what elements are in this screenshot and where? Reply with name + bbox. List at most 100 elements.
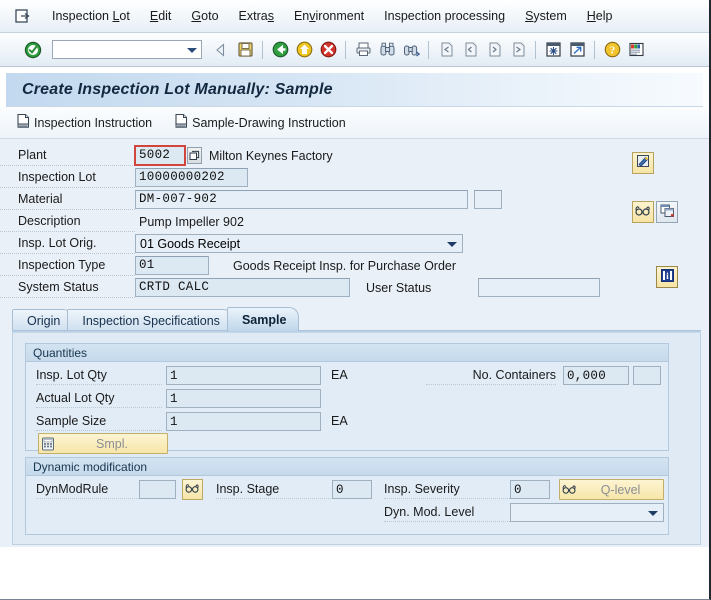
inspection-type-row: Inspection Type 01 Goods Receipt Insp. f… [0,255,709,276]
chevron-down-icon[interactable] [447,242,457,247]
insp-lot-orig-row: Insp. Lot Orig. 01 Goods Receipt [0,233,709,254]
menu-help[interactable]: Help [577,6,623,26]
material-extra-input[interactable] [474,190,502,209]
inspection-type-input[interactable]: 01 [135,256,209,275]
session-icon[interactable] [12,5,34,27]
yellow-exit-icon[interactable] [293,39,315,61]
menu-label: Inspection Lot [52,9,130,23]
sample-size-uom: EA [331,414,348,428]
menu-inspection-processing[interactable]: Inspection processing [374,6,515,26]
red-cancel-icon[interactable] [317,39,339,61]
menu-label: Inspection processing [384,9,506,23]
material-label: Material [0,189,135,210]
smpl-button[interactable]: Smpl. [38,433,168,454]
menu-system[interactable]: System [515,6,577,26]
menu-inspection-lot[interactable]: Inspection Lot [42,6,140,26]
next-page-icon[interactable] [483,39,505,61]
tab-inspection-specifications[interactable]: Inspection Specifications [67,309,233,331]
menu-bar: Inspection Lot Edit Goto Extras Environm… [0,0,709,33]
material-input[interactable]: DM-007-902 [135,190,468,209]
customize-layout-icon[interactable] [625,39,647,61]
create-shortcut-icon[interactable] [566,39,588,61]
user-status-label: User Status [366,280,432,295]
tab-origin[interactable]: Origin [12,309,74,331]
button-label: Sample-Drawing Instruction [192,115,346,130]
calculator-icon [39,435,57,453]
standard-toolbar: ? [0,33,709,67]
chevron-down-icon[interactable] [187,48,197,53]
inspection-lot-row: Inspection Lot 10000000202 [0,167,709,188]
inspection-instruction-button[interactable]: Inspection Instruction [16,113,152,132]
dyn-mod-level-label: Dyn. Mod. Level [384,503,514,522]
menu-extras[interactable]: Extras [229,6,284,26]
plant-input[interactable]: 5002 [134,145,186,166]
command-input[interactable] [53,41,181,58]
find-next-binoculars-icon[interactable] [400,39,422,61]
glasses-icon [635,205,651,220]
dyn-mod-rule-input[interactable] [139,480,176,499]
description-label: Description [0,211,135,232]
application-toolbar: Inspection Instruction Sample-Drawing In… [0,107,709,139]
tab-sample[interactable]: Sample [226,307,300,331]
dyn-mod-level-select[interactable] [510,503,664,522]
svg-text:i: i [666,272,669,282]
system-status-row: System Status CRTD CALC User Status [0,277,709,298]
command-field[interactable] [52,40,202,59]
dynamic-modification-group: Dynamic modification DynModRule Insp. St… [25,457,669,535]
main-panel: Plant 5002 Milton Keynes Factory Inspect… [0,139,709,547]
dyn-mod-rule-search-button[interactable] [182,479,203,500]
document-icon [174,113,189,132]
menu-edit[interactable]: Edit [140,6,182,26]
help-question-icon[interactable]: ? [601,39,623,61]
classification-button[interactable] [632,201,654,223]
matchcode-icon[interactable] [187,147,202,164]
insp-stage-label: Insp. Stage [216,480,331,499]
insp-lot-orig-select[interactable]: 01 Goods Receipt [135,234,463,253]
first-page-icon[interactable] [435,39,457,61]
glasses-icon [185,483,200,497]
sample-size-label: Sample Size [36,412,162,431]
actual-lot-qty-input[interactable]: 1 [166,389,321,408]
enter-check-icon[interactable] [22,39,44,61]
copy-button[interactable] [656,201,678,223]
toolbar-separator [262,40,263,59]
save-disk-icon[interactable] [234,39,256,61]
user-status-input[interactable] [478,278,600,297]
print-icon[interactable] [352,39,374,61]
system-status-input[interactable]: CRTD CALC [135,278,350,297]
no-containers-label: No. Containers [426,366,556,385]
glasses-icon [560,481,578,499]
no-containers-input[interactable]: 0,000 [563,366,629,385]
q-level-button[interactable]: Q-level [559,479,664,500]
long-text-button[interactable] [632,152,654,174]
inspection-lot-input[interactable]: 10000000202 [135,168,248,187]
button-label: Inspection Instruction [34,115,153,130]
sample-size-input[interactable]: 1 [166,412,321,431]
system-status-label: System Status [0,277,135,298]
green-back-icon[interactable] [269,39,291,61]
sample-drawing-instruction-button[interactable]: Sample-Drawing Instruction [174,113,346,132]
menu-goto[interactable]: Goto [181,6,228,26]
description-value: Pump Impeller 902 [139,214,244,229]
sap-gui-window: Inspection Lot Edit Goto Extras Environm… [0,0,711,600]
header-form: Plant 5002 Milton Keynes Factory Inspect… [0,139,709,305]
tab-label: Inspection Specifications [82,313,220,328]
previous-page-icon[interactable] [459,39,481,61]
description-row: Description Pump Impeller 902 [0,211,709,232]
status-info-button[interactable]: i [656,266,678,288]
back-arrow-icon[interactable] [210,39,232,61]
find-binoculars-icon[interactable] [376,39,398,61]
new-session-icon[interactable] [542,39,564,61]
chevron-down-icon[interactable] [648,511,658,516]
last-page-icon[interactable] [507,39,529,61]
insp-lot-qty-uom: EA [331,368,348,382]
insp-lot-qty-input[interactable]: 1 [166,366,321,385]
menu-environment[interactable]: Environment [284,6,374,26]
tab-strip: Origin Inspection Specifications Sample [12,307,701,331]
insp-lot-qty-label: Insp. Lot Qty [36,366,162,385]
no-containers-uom-input[interactable] [633,366,661,385]
insp-severity-input[interactable]: 0 [510,480,550,499]
screen-title-bar: Create Inspection Lot Manually: Sample [6,73,703,107]
insp-stage-input[interactable]: 0 [332,480,372,499]
quantities-group: Quantities Insp. Lot Qty 1 EA No. Contai… [25,343,669,454]
